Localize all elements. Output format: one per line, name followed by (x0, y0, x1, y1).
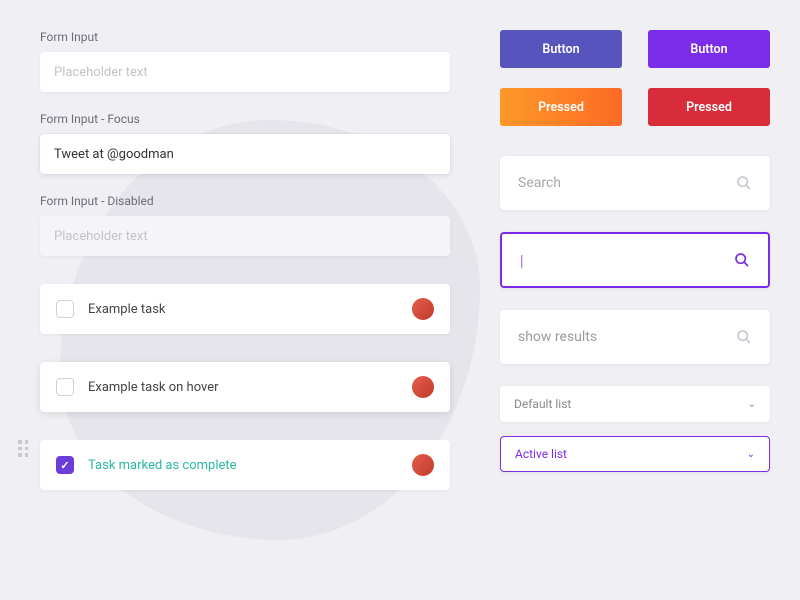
search-icon (734, 252, 750, 268)
input-label-disabled: Form Input - Disabled (40, 194, 450, 208)
avatar (412, 376, 434, 398)
checkbox-unchecked[interactable] (56, 378, 74, 396)
task-text: Example task (88, 302, 412, 317)
chevron-down-icon: ⌄ (748, 399, 756, 410)
select-label: Active list (515, 447, 747, 461)
search-icon (736, 175, 752, 191)
input-focus[interactable] (40, 134, 450, 174)
checkbox-checked[interactable] (56, 456, 74, 474)
search-cursor: | (520, 251, 524, 270)
search-input[interactable] (518, 175, 736, 191)
search-results-text: show results (518, 329, 736, 345)
task-hover[interactable]: Example task on hover (40, 362, 450, 412)
button-pressed-orange[interactable]: Pressed (500, 88, 622, 126)
input-label-focus: Form Input - Focus (40, 112, 450, 126)
task-text: Example task on hover (88, 380, 412, 395)
select-default[interactable]: Default list ⌄ (500, 386, 770, 422)
select-label: Default list (514, 397, 748, 411)
search-icon (736, 329, 752, 345)
input-disabled (40, 216, 450, 256)
input-label-default: Form Input (40, 30, 450, 44)
avatar (412, 454, 434, 476)
task-default[interactable]: Example task (40, 284, 450, 334)
select-active[interactable]: Active list ⌄ (500, 436, 770, 472)
task-complete[interactable]: Task marked as complete (40, 440, 450, 490)
task-text: Task marked as complete (88, 458, 412, 473)
input-default[interactable] (40, 52, 450, 92)
button-secondary[interactable]: Button (648, 30, 770, 68)
chevron-down-icon: ⌄ (747, 449, 755, 460)
checkbox-unchecked[interactable] (56, 300, 74, 318)
avatar (412, 298, 434, 320)
button-primary[interactable]: Button (500, 30, 622, 68)
search-results[interactable]: show results (500, 310, 770, 364)
button-pressed-red[interactable]: Pressed (648, 88, 770, 126)
search-focus[interactable]: | (500, 232, 770, 288)
search-default[interactable] (500, 156, 770, 210)
